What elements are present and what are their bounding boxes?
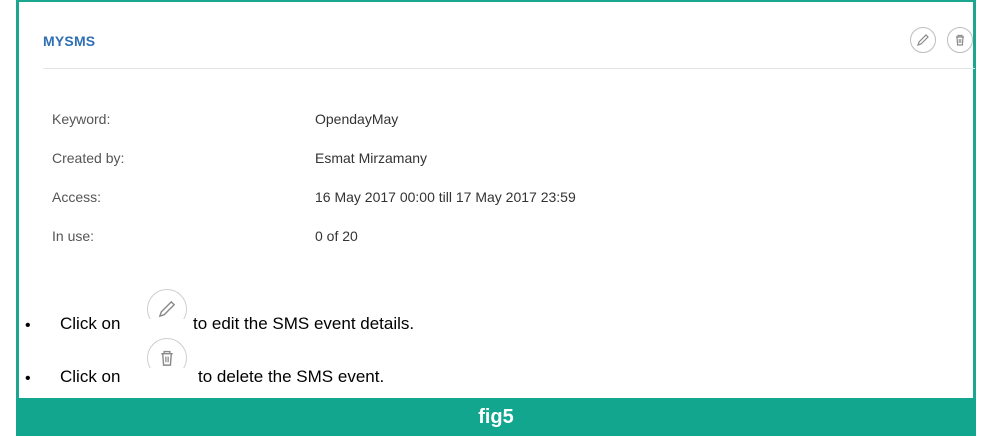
detail-label: Keyword: (52, 111, 111, 127)
screenshot-frame (16, 0, 976, 436)
detail-label: Access: (52, 189, 102, 205)
detail-value: 16 May 2017 00:00 till 17 May 2017 23:59 (315, 189, 576, 205)
bullet-icon: • (25, 317, 31, 334)
detail-value: 0 of 20 (315, 228, 358, 244)
detail-label: Created by: (52, 150, 125, 166)
figure-caption-bar: fig5 (16, 398, 976, 436)
trash-icon (956, 34, 964, 46)
card-divider (43, 68, 975, 69)
detail-value: OpendayMay (315, 111, 399, 127)
card-title: MYSMS (43, 33, 96, 49)
pencil-icon (917, 34, 929, 46)
instruction-suffix: to edit the SMS event details. (193, 314, 415, 333)
delete-button[interactable] (947, 27, 973, 53)
edit-button[interactable] (910, 27, 936, 53)
detail-value: Esmat Mirzamany (315, 150, 428, 166)
detail-label: In use: (52, 228, 95, 244)
bullet-icon: • (25, 370, 31, 387)
instruction-prefix: Click on (60, 367, 121, 386)
instruction-prefix: Click on (60, 314, 121, 333)
figure-caption: fig5 (478, 405, 514, 428)
instruction-suffix: to delete the SMS event. (198, 367, 385, 386)
